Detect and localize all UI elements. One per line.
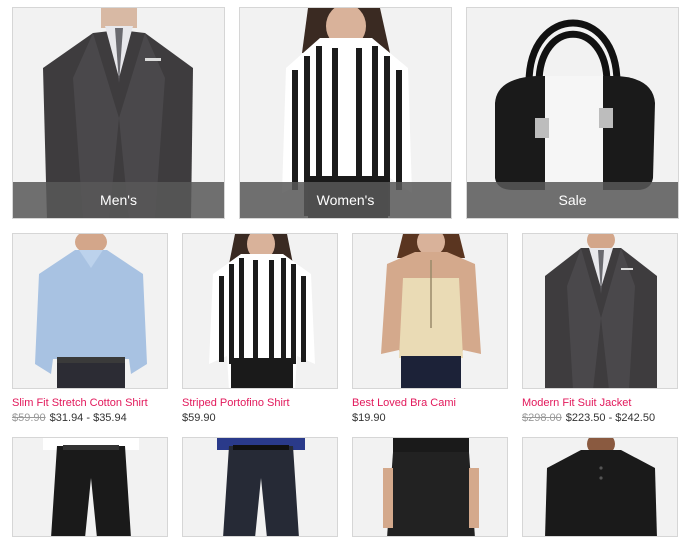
- category-tile-womens[interactable]: Women's: [239, 7, 452, 219]
- product-card: Best Loved Bra Cami $19.90: [352, 233, 508, 424]
- striped-shirt-image: [183, 234, 337, 388]
- suit-jacket-image: [523, 234, 677, 388]
- category-label-sale: Sale: [467, 182, 678, 218]
- quilted-skirt-image: [353, 438, 507, 536]
- product-image-slim-fit-shirt[interactable]: [12, 233, 168, 389]
- product-image-suit-jacket[interactable]: [522, 233, 678, 389]
- category-tile-sale[interactable]: Sale: [466, 7, 679, 219]
- current-price: $19.90: [352, 412, 386, 424]
- category-label-womens: Women's: [240, 182, 451, 218]
- product-name-link[interactable]: Striped Portofino Shirt: [182, 397, 338, 409]
- current-price: $59.90: [182, 412, 216, 424]
- current-price: $223.50 - $242.50: [565, 412, 656, 424]
- product-price: $59.90: [182, 412, 338, 424]
- category-label-mens: Men's: [13, 182, 224, 218]
- product-image-striped-shirt[interactable]: [182, 233, 338, 389]
- product-card: Striped Portofino Shirt $59.90: [182, 233, 338, 424]
- navy-pants-image: [183, 438, 337, 536]
- black-pants-image: [13, 438, 167, 536]
- category-tile-mens[interactable]: Men's: [12, 7, 225, 219]
- product-image-henley[interactable]: [522, 437, 678, 537]
- product-price: $298.00 $223.50 - $242.50: [522, 412, 678, 424]
- product-name-link[interactable]: Slim Fit Stretch Cotton Shirt: [12, 397, 168, 409]
- current-price: $31.94 - $35.94: [49, 412, 127, 424]
- product-image-bra-cami[interactable]: [352, 233, 508, 389]
- henley-shirt-image: [523, 438, 677, 536]
- product-price: $19.90: [352, 412, 508, 424]
- blue-shirt-image: [13, 234, 167, 388]
- old-price: $59.90: [12, 412, 46, 424]
- product-image-skirt[interactable]: [352, 437, 508, 537]
- product-name-link[interactable]: Modern Fit Suit Jacket: [522, 397, 678, 409]
- product-name-link[interactable]: Best Loved Bra Cami: [352, 397, 508, 409]
- old-price: $298.00: [522, 412, 562, 424]
- cami-image: [353, 234, 507, 388]
- product-card: Slim Fit Stretch Cotton Shirt $59.90 $31.…: [12, 233, 168, 424]
- product-image-dress-pants[interactable]: [182, 437, 338, 537]
- product-card: Modern Fit Suit Jacket $298.00 $223.50 - …: [522, 233, 678, 424]
- product-price: $59.90 $31.94 - $35.94: [12, 412, 168, 424]
- product-image-pants[interactable]: [12, 437, 168, 537]
